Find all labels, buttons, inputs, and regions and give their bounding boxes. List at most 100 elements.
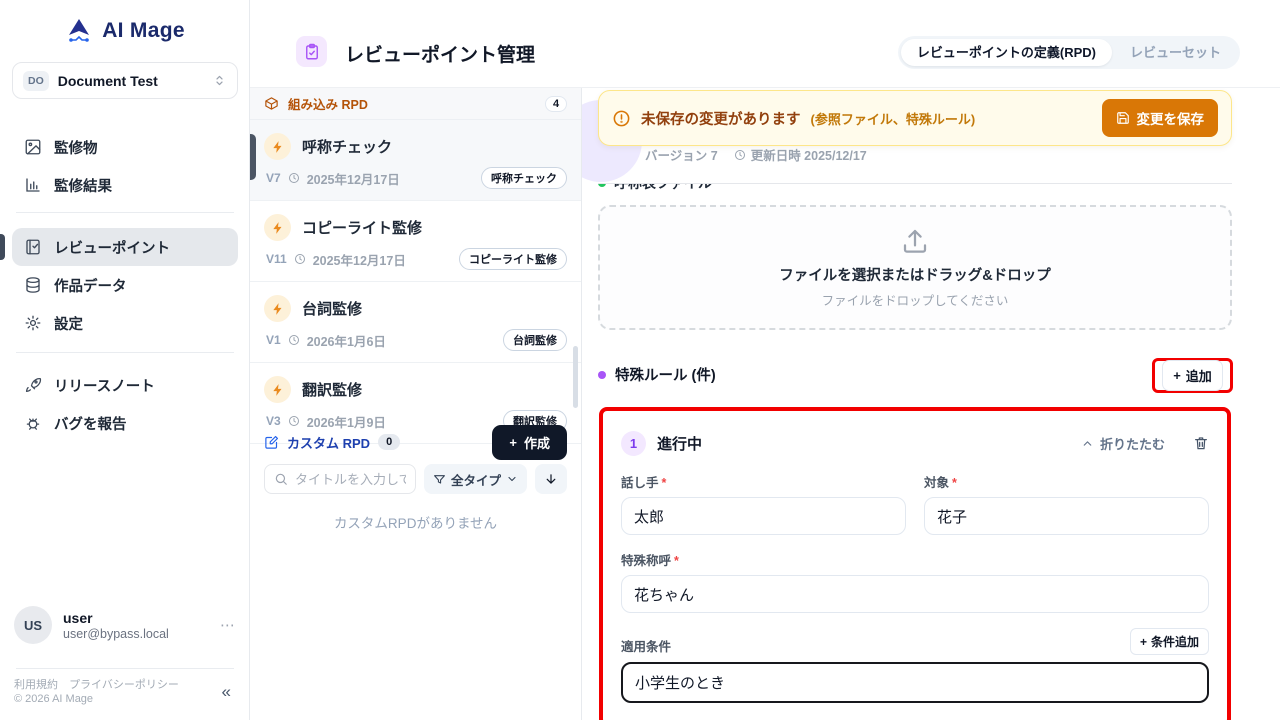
plus-icon: + [1173,368,1181,383]
lightning-icon [264,376,291,403]
rpd-detail-panel: 未保存の変更があります (参照ファイル、特殊ルール) 変更を保存 バージョン 7… [582,88,1280,720]
checklist-icon [24,238,42,256]
tab-review-set[interactable]: レビューセット [1114,39,1237,66]
sidebar: AI Mage DO Document Test 監修物 監修結果 レ [0,0,250,720]
divider [16,212,234,213]
rpd-version: V1 [266,333,281,347]
version-info: バージョン 7 更新日時 2025/12/17 [645,145,867,164]
speaker-label: 話し手* [621,472,906,491]
scrollbar-thumb[interactable] [573,346,578,408]
chevron-up-icon [1081,437,1094,450]
tab-rpd-definition[interactable]: レビューポイントの定義(RPD) [901,39,1112,66]
terms-link[interactable]: 利用規約 [14,679,58,691]
rpd-item-copyright[interactable]: コピーライト監修 V11 2025年12月17日 コピーライト監修 [250,201,581,282]
add-rule-button[interactable]: + 追加 [1162,360,1223,391]
database-icon [24,276,42,294]
condition-label: 適用条件 [621,636,671,655]
target-field[interactable] [924,497,1209,535]
sidebar-item-release-notes[interactable]: リリースノート [12,366,238,404]
brand-name: AI Mage [102,19,185,43]
sort-direction-button[interactable] [535,464,567,494]
rules-section-title: 特殊ルール (件) [615,364,716,385]
builtin-rpd-count: 4 [545,96,567,112]
page-title: レビューポイント管理 [345,40,535,67]
search-input-wrap [264,464,416,494]
collapse-rule-toggle[interactable]: 折りたたむ [1081,434,1165,453]
sidebar-item-report-bug[interactable]: バグを報告 [12,404,238,442]
brand-logo: AI Mage [0,16,249,46]
brand-logo-icon [64,16,94,46]
more-icon[interactable]: ⋯ [220,616,236,634]
search-input[interactable] [295,472,406,487]
user-profile[interactable]: US user user@bypass.local ⋯ [14,606,236,644]
rocket-icon [24,376,42,394]
sidebar-item-label: レビューポイント [54,237,170,258]
clock-icon [734,149,746,161]
file-section-title: 呼称表ファイル [614,184,712,193]
rpd-item-title: コピーライト監修 [302,217,422,238]
pencil-square-icon [264,435,279,450]
package-icon [264,96,279,111]
custom-rpd-header: カスタム RPD 0 + 作成 [250,420,581,464]
rpd-item-kosho-check[interactable]: 呼称チェック V7 2025年12月17日 呼称チェック [250,120,581,201]
sidebar-item-review-points[interactable]: レビューポイント [12,228,238,266]
banner-message: 未保存の変更があります [641,108,801,129]
sidebar-item-label: 作品データ [54,275,127,296]
project-selector[interactable]: DO Document Test [12,62,238,99]
bug-icon [24,414,42,432]
dropzone-main-text: ファイルを選択またはドラッグ&ドロップ [779,264,1050,285]
sidebar-item-results[interactable]: 監修結果 [12,166,238,204]
collapse-sidebar-icon[interactable]: « [222,682,231,702]
funnel-icon [433,473,446,486]
user-email: user@bypass.local [63,627,169,641]
sidebar-item-label: 設定 [54,313,83,334]
rpd-date: 2026年1月6日 [307,331,386,350]
builtin-rpd-label: 組み込み RPD [288,94,368,113]
add-condition-button[interactable]: + 条件追加 [1130,628,1209,655]
clipboard-check-icon [296,36,327,67]
bar-chart-icon [24,176,42,194]
rpd-type-badge: 呼称チェック [481,167,567,189]
delete-rule-icon[interactable] [1193,435,1209,451]
rpd-item-serifu[interactable]: 台詞監修 V1 2026年1月6日 台詞監修 [250,282,581,363]
rpd-date: 2025年12月17日 [307,169,400,188]
rpd-type-badge: 台詞監修 [503,329,567,351]
lightning-icon [264,295,291,322]
arrow-down-icon [544,472,558,486]
top-bar: レビューポイント管理 レビューポイントの定義(RPD) レビューセット [250,0,1280,88]
save-changes-button[interactable]: 変更を保存 [1102,99,1219,137]
file-section-header: 呼称表ファイル [598,184,798,193]
rpd-date: 2025年12月17日 [313,250,406,269]
rpd-item-title: 翻訳監修 [302,379,362,400]
upload-icon [900,226,930,256]
nickname-field[interactable] [621,575,1209,613]
annotation-highlight: + 追加 [1152,358,1233,393]
sidebar-item-label: 監修結果 [54,175,112,196]
file-dropzone[interactable]: ファイルを選択またはドラッグ&ドロップ ファイルをドロップしてください [598,205,1232,330]
sidebar-item-works[interactable]: 監修物 [12,128,238,166]
plus-icon: + [509,435,517,450]
plus-icon: + [1140,635,1147,649]
sidebar-footer: 利用規約 プライバシーポリシー © 2026 AI Mage [14,678,187,706]
condition-field[interactable] [621,662,1209,703]
speaker-field[interactable] [621,497,906,535]
rpd-item-title: 台詞監修 [302,298,362,319]
sidebar-item-work-data[interactable]: 作品データ [12,266,238,304]
avatar: US [14,606,52,644]
divider [16,668,234,669]
privacy-link[interactable]: プライバシーポリシー [69,679,179,691]
builtin-rpd-header: 組み込み RPD 4 [250,88,581,120]
type-filter-dropdown[interactable]: 全タイプ [424,464,527,494]
create-rpd-button[interactable]: + 作成 [492,425,567,460]
target-label: 対象* [924,472,1209,491]
chevron-down-icon [506,473,518,485]
updated-label: 更新日時 2025/12/17 [751,145,867,164]
special-rule-card: 1 進行中 折りたたむ 話し手* 対象* 特殊称呼* [599,407,1231,720]
view-tabs: レビューポイントの定義(RPD) レビューセット [898,36,1240,69]
clock-icon [294,253,306,265]
rpd-type-badge: コピーライト監修 [459,248,567,270]
custom-rpd-count: 0 [378,434,400,450]
copyright: © 2026 AI Mage [14,692,187,706]
sidebar-item-settings[interactable]: 設定 [12,304,238,342]
banner-detail: (参照ファイル、特殊ルール) [811,109,976,128]
